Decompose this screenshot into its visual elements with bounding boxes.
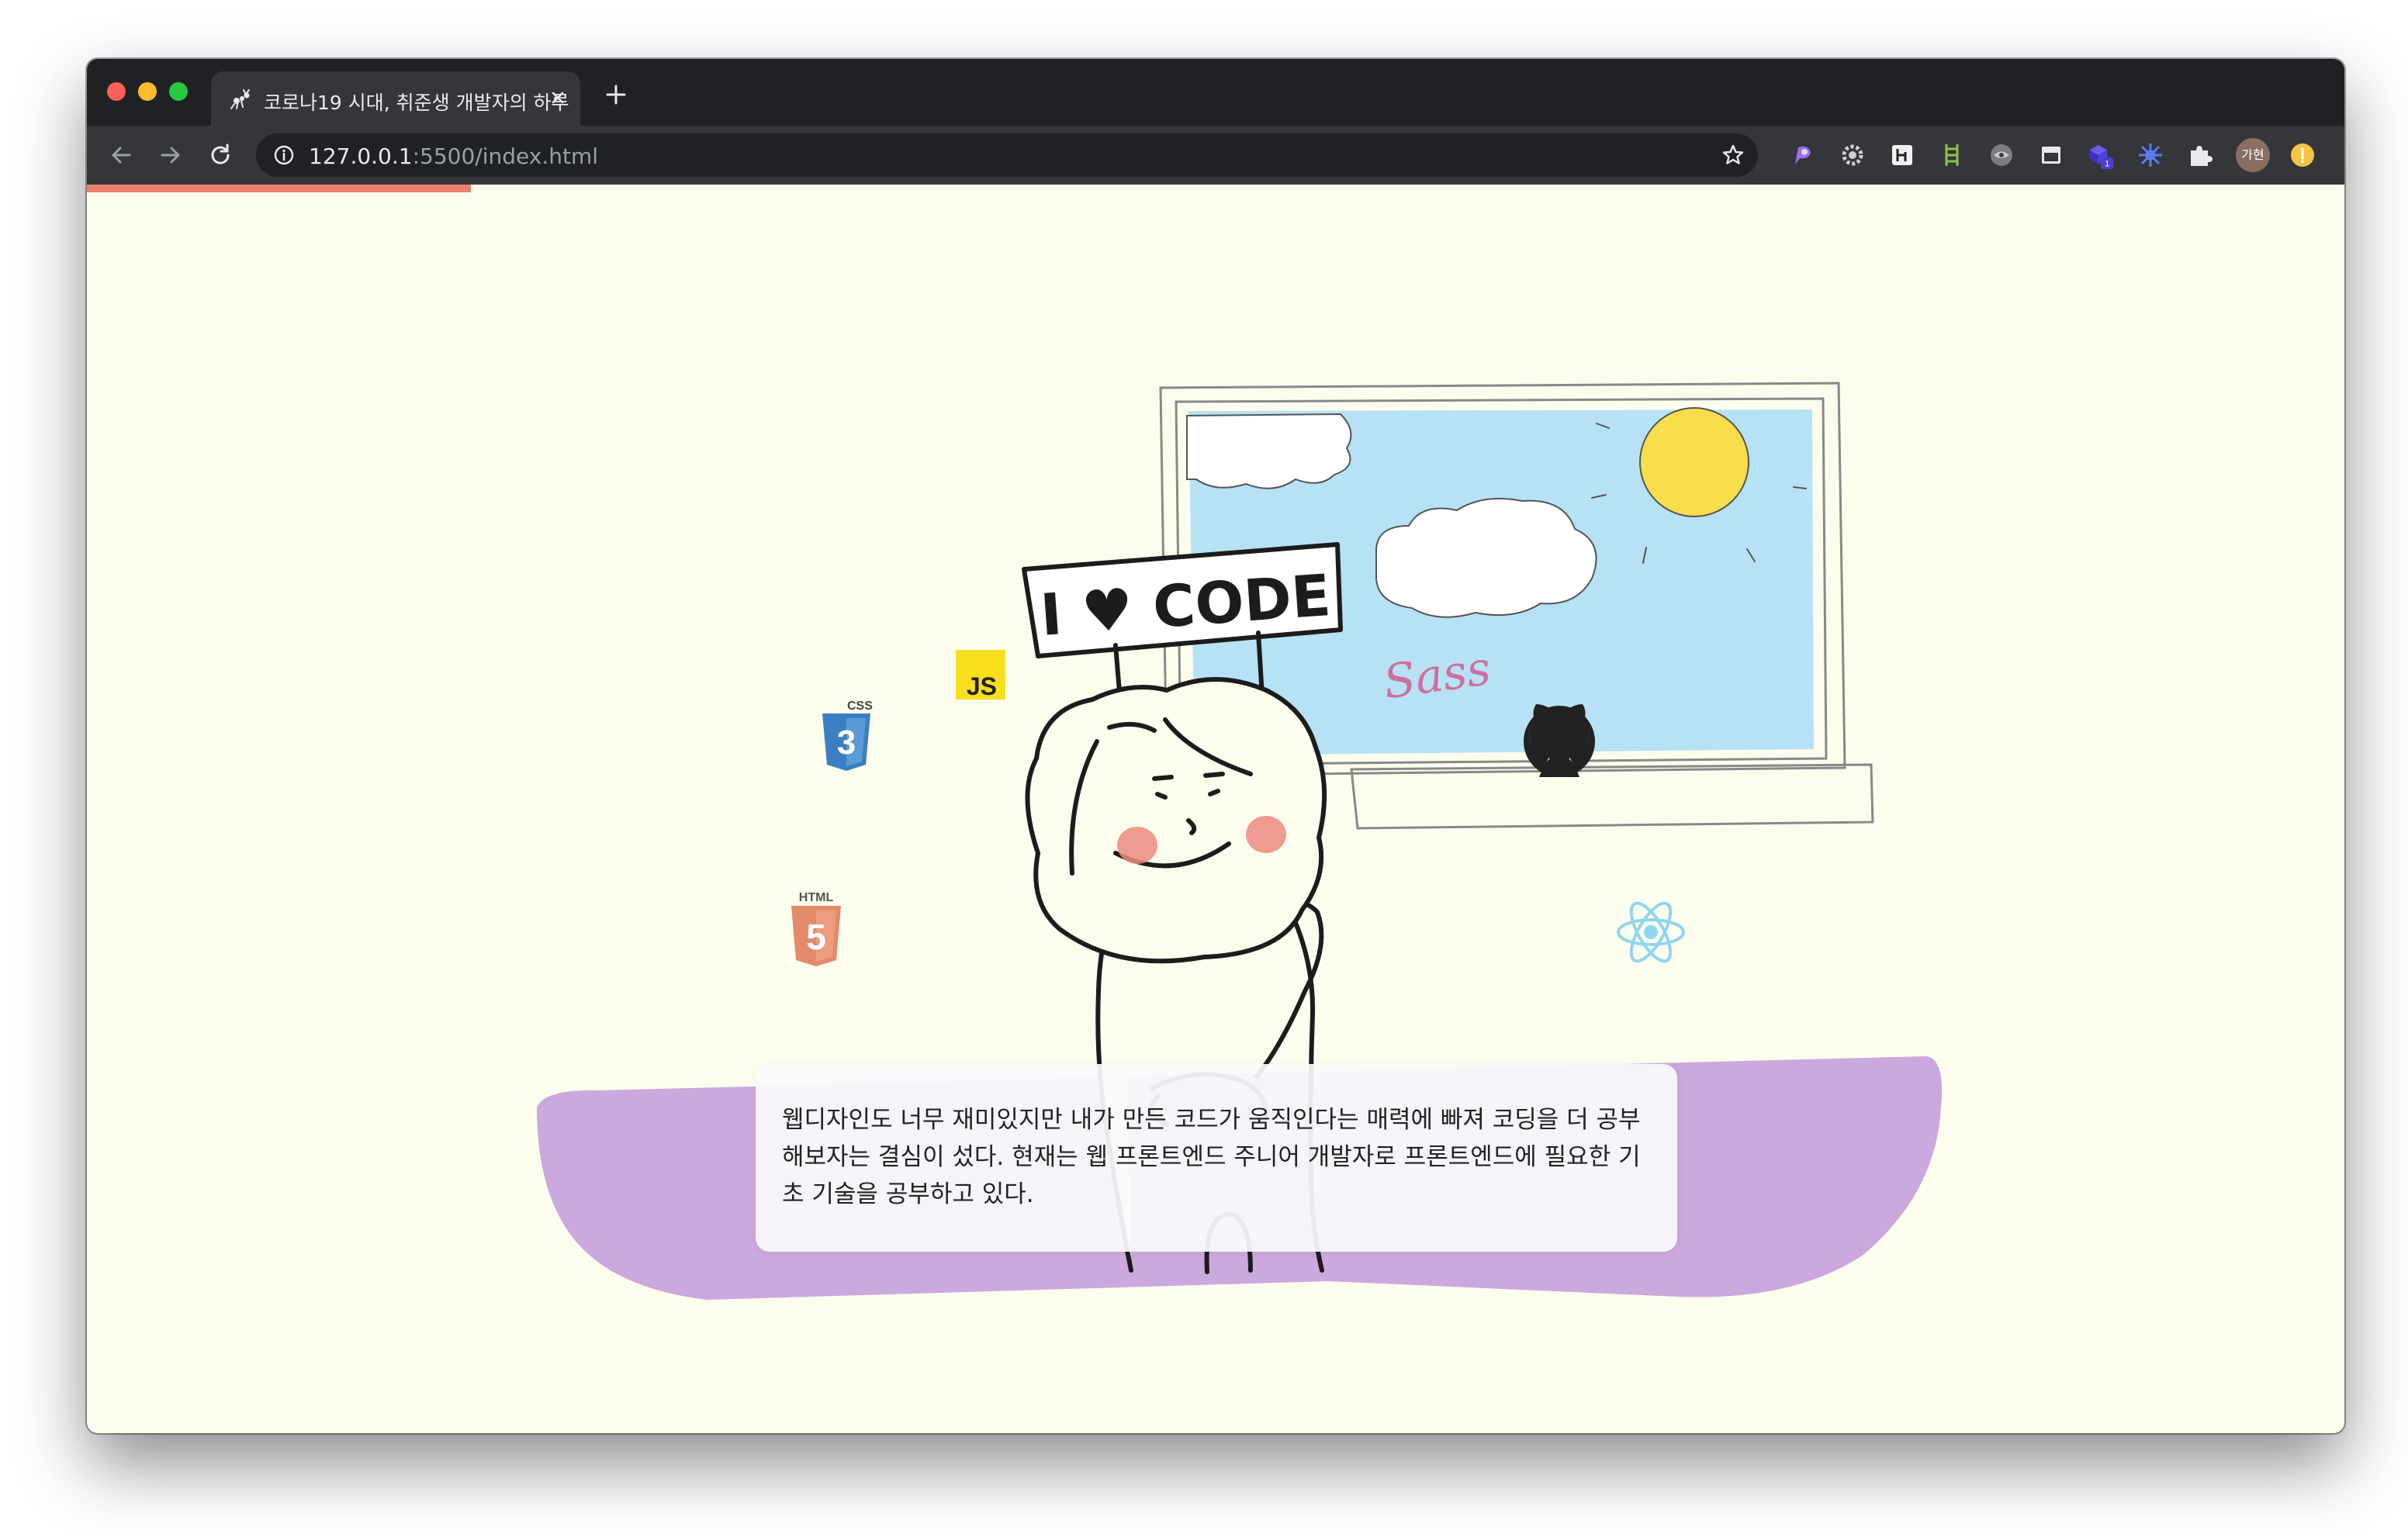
speech-bubble-text: 웹디자인도 너무 재미있지만 내가 만든 코드가 움직인다는 매력에 빠져 코딩… (782, 1106, 1641, 1208)
window-minimize-button[interactable] (138, 82, 157, 101)
back-arrow-icon[interactable] (107, 141, 135, 169)
ladder-extension-icon[interactable] (1938, 141, 1966, 169)
flower-extension-icon[interactable] (2136, 141, 2164, 169)
url-host: 127.0.0.1 (309, 143, 413, 169)
bookmark-star-icon[interactable] (1721, 143, 1745, 168)
tab-close-icon[interactable] (546, 86, 569, 109)
window-close-button[interactable] (107, 82, 126, 101)
svg-text:JS: JS (967, 672, 997, 700)
page-load-progress-bar (87, 185, 471, 192)
svg-text:HTML: HTML (799, 891, 834, 904)
site-info-icon[interactable] (273, 144, 295, 166)
eye-extension-icon[interactable] (1988, 141, 2015, 169)
new-tab-icon[interactable] (604, 82, 628, 107)
svg-text:CSS: CSS (847, 700, 873, 713)
window-maximize-button[interactable] (169, 82, 188, 101)
github-logo-icon (1524, 704, 1595, 777)
browser-window: 코로나19 시대, 취준생 개발자의 하루 127.0.0.1:5500/ind… (87, 59, 2344, 1433)
svg-text:5: 5 (806, 917, 826, 957)
extension-badge-count: 1 (2105, 160, 2109, 169)
svg-text:3: 3 (837, 724, 856, 762)
react-logo-icon (1617, 901, 1685, 963)
purple-extension-icon[interactable] (1789, 141, 1817, 169)
url-text: 127.0.0.1:5500/index.html (309, 143, 598, 169)
forward-arrow-icon[interactable] (157, 141, 185, 169)
sun (1639, 407, 1749, 517)
browser-toolbar: 127.0.0.1:5500/index.html 1 가현 (87, 126, 2344, 185)
browser-tab[interactable]: 코로나19 시대, 취준생 개발자의 하루 (211, 71, 580, 126)
url-path: :5500/index.html (412, 143, 599, 169)
reload-icon[interactable] (206, 141, 234, 169)
javascript-logo-icon: JS (956, 650, 1005, 700)
profile-avatar-label: 가현 (2241, 147, 2264, 162)
profile-avatar[interactable]: 가현 (2236, 138, 2270, 172)
gear-extension-icon[interactable] (1839, 141, 1867, 169)
cube-extension-icon[interactable]: 1 (2087, 141, 2115, 169)
ant-favicon-icon (230, 89, 250, 109)
window-extension-icon[interactable] (2037, 141, 2065, 169)
speech-bubble: 웹디자인도 너무 재미있지만 내가 만든 코드가 움직인다는 매력에 빠져 코딩… (756, 1064, 1677, 1252)
puzzle-icon[interactable] (2186, 141, 2214, 169)
css3-logo-icon: CSS 3 (822, 700, 873, 771)
page-viewport: Sass CSS 3 JS HTML 5 I ♥ CODE 웹디자인도 너무 재… (87, 185, 2344, 1433)
address-bar[interactable]: 127.0.0.1:5500/index.html (256, 133, 1758, 177)
tab-title: 코로나19 시대, 취준생 개발자의 하루 (264, 92, 569, 114)
cloud-left-drawing (1186, 413, 1352, 489)
update-alert-icon[interactable] (2289, 141, 2316, 169)
tab-strip: 코로나19 시대, 취준생 개발자의 하루 (87, 59, 2344, 126)
html5-logo-icon: HTML 5 (791, 891, 841, 966)
h-extension-icon[interactable] (1888, 141, 1916, 169)
